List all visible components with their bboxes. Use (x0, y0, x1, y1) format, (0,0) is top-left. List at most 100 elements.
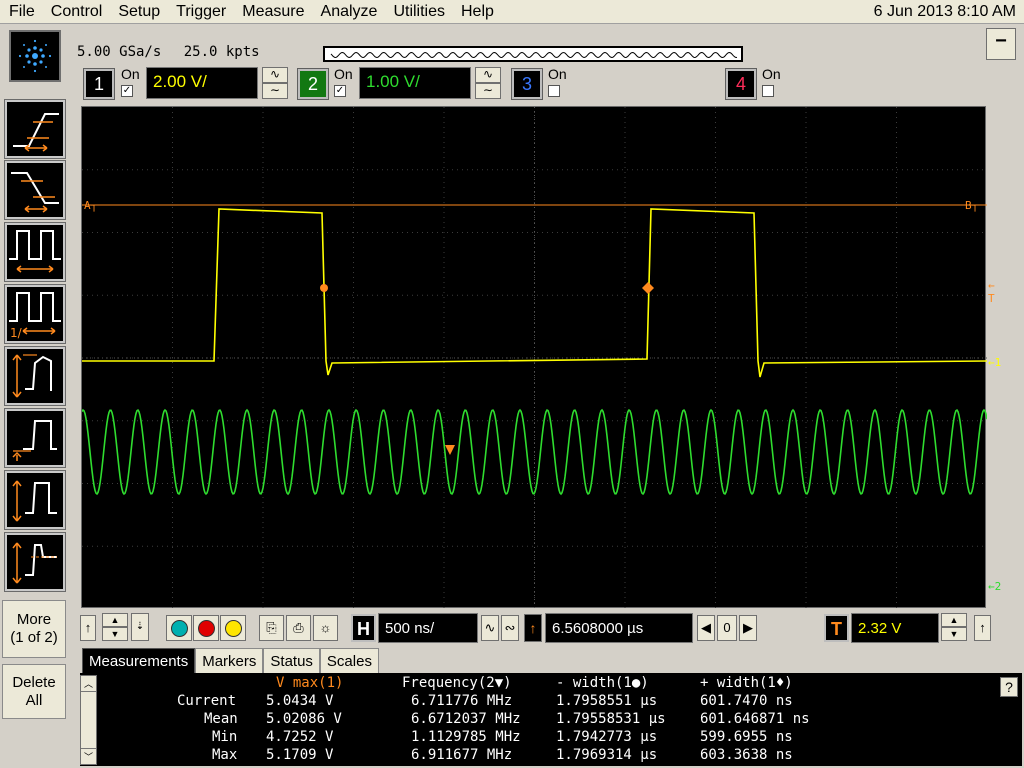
row-max-label: Max (212, 747, 238, 763)
print-icon[interactable]: ⎙ (286, 615, 311, 641)
current-frequency: 6.711776 MHz (411, 693, 513, 709)
color-cyan-button[interactable] (166, 615, 192, 641)
channel-4-button[interactable]: 4 (725, 68, 757, 100)
marker-b-text: B (965, 199, 972, 212)
channel-1-coupling[interactable]: ∿ ∼ (262, 67, 288, 99)
rise-time-icon[interactable] (4, 99, 66, 159)
vpp-icon[interactable] (4, 346, 66, 406)
menu-utilities[interactable]: Utilities (385, 0, 453, 24)
more-button[interactable]: More (1 of 2) (2, 600, 66, 658)
menu-measure[interactable]: Measure (234, 0, 312, 24)
current-pos-width: 601.7470 ns (700, 693, 793, 709)
channel-3-on-checkbox[interactable] (548, 85, 560, 97)
current-vmax: 5.0434 V (266, 693, 334, 709)
channel-1-on-checkbox[interactable]: ✓ (121, 85, 133, 97)
waveform-display[interactable]: A┐ B┐ ← T ←1 ←2 (81, 106, 1001, 609)
agilent-logo-icon[interactable] (9, 30, 61, 82)
channel-1-ac-button[interactable]: ∿ (262, 67, 288, 83)
zoom-out-button[interactable]: ▼ (102, 627, 128, 641)
channel-1-ground-marker[interactable]: ←1 (988, 356, 1001, 369)
menu-analyze[interactable]: Analyze (313, 0, 386, 24)
trigger-level-marker[interactable]: ← T (988, 279, 995, 305)
min-neg-width: 1.7942773 µs (556, 729, 658, 745)
channel-3-button[interactable]: 3 (511, 68, 543, 100)
max-pos-width: 603.3638 ns (700, 747, 793, 763)
channel-1-scale[interactable]: 2.00 V/ (146, 67, 258, 99)
autoscale-icon[interactable]: ⎘ (259, 615, 284, 641)
coarse-adjust-button[interactable]: ∾ (501, 615, 519, 641)
menu-trigger[interactable]: Trigger (168, 0, 234, 24)
trigger-up-button[interactable]: ▲ (941, 613, 967, 627)
delay-field[interactable]: 6.5608000 µs (545, 613, 693, 643)
amplitude-icon[interactable] (4, 470, 66, 530)
color-yellow-button[interactable] (220, 615, 246, 641)
fine-adjust-button[interactable]: ∿ (481, 615, 499, 641)
positive-width-marker (642, 282, 654, 294)
brightness-icon[interactable]: ☼ (313, 615, 338, 641)
mean-vmax: 5.02086 V (266, 711, 342, 727)
menu-control[interactable]: Control (43, 0, 111, 24)
tab-scales[interactable]: Scales (319, 648, 379, 674)
trigger-down-button[interactable]: ▼ (941, 627, 967, 641)
menu-setup[interactable]: Setup (110, 0, 168, 24)
memory-timeline-bar[interactable] (323, 46, 743, 62)
date-time: 6 Jun 2013 8:10 AM (873, 3, 1016, 20)
timebase-field[interactable]: 500 ns/ (378, 613, 478, 643)
frequency-marker (445, 445, 455, 455)
delay-left-button[interactable]: ◀ (697, 615, 715, 641)
color-red-button[interactable] (193, 615, 219, 641)
more-label: More (16, 611, 52, 628)
channel-1-button[interactable]: 1 (83, 68, 115, 100)
channel-4-on-checkbox[interactable] (762, 85, 774, 97)
ch2-ground-text: 2 (994, 580, 1002, 593)
scroll-down-arrow-icon[interactable]: ﹀ (81, 748, 96, 764)
menu-help[interactable]: Help (453, 0, 502, 24)
delay-reference-icon[interactable]: ↑ (524, 614, 542, 642)
delay-right-button[interactable]: ▶ (739, 615, 757, 641)
negative-width-marker (320, 284, 328, 292)
channel-2-button[interactable]: 2 (297, 68, 329, 100)
channel-2-on-label: On (334, 66, 353, 82)
vbase-icon[interactable] (4, 408, 66, 468)
tab-measurements[interactable]: Measurements (82, 648, 196, 674)
channel-2-scale[interactable]: 1.00 V/ (359, 67, 471, 99)
minimize-button[interactable]: − (986, 28, 1016, 60)
channel-2-ac-button[interactable]: ∿ (475, 67, 501, 83)
channel-2-coupling[interactable]: ∿ ∼ (475, 67, 501, 99)
channel-2-ground-marker[interactable]: ←2 (988, 580, 1001, 593)
zoom-in-button[interactable]: ▲ (102, 613, 128, 627)
delete-label: Delete (12, 673, 56, 691)
measurements-scrollbar[interactable]: ︿ ﹀ (80, 675, 97, 765)
overshoot-icon[interactable] (4, 532, 66, 592)
max-neg-width: 1.7969314 µs (556, 747, 658, 763)
header-neg-width: - width(1●) (556, 675, 649, 691)
scroll-down-button[interactable]: ⇣ (131, 613, 149, 641)
period-icon[interactable] (4, 222, 66, 282)
scroll-up-arrow-icon[interactable]: ︿ (81, 676, 96, 692)
horizontal-label[interactable]: H (351, 614, 376, 642)
svg-text:1/: 1/ (10, 326, 23, 340)
trigger-level-field[interactable]: 2.32 V (851, 613, 939, 643)
header-frequency: Frequency(2▼) (402, 675, 512, 691)
min-vmax: 4.7252 V (266, 729, 334, 745)
all-label: All (25, 691, 43, 709)
tab-status[interactable]: Status (263, 648, 320, 674)
sample-rate: 5.00 GSa/s (77, 44, 162, 60)
tab-markers[interactable]: Markers (195, 648, 264, 674)
channel-2-dc-button[interactable]: ∼ (475, 83, 501, 99)
channel-2-on-checkbox[interactable]: ✓ (334, 85, 346, 97)
fall-time-icon[interactable] (4, 160, 66, 220)
channel-1-dc-button[interactable]: ∼ (262, 83, 288, 99)
measurements-panel: V max(1) Frequency(2▼) - width(1●) + wid… (80, 673, 1022, 766)
scroll-up-button[interactable]: ↑ (80, 615, 96, 641)
frequency-icon[interactable]: 1/ (4, 284, 66, 344)
help-button[interactable]: ? (1000, 677, 1018, 697)
waveform-canvas[interactable] (82, 107, 987, 609)
delay-reference-value[interactable]: 0 (717, 615, 737, 641)
trigger-label[interactable]: T (824, 614, 849, 642)
delete-all-button[interactable]: Delete All (2, 664, 66, 719)
trigger-scroll-up-button[interactable]: ↑ (974, 615, 991, 641)
row-mean-label: Mean (204, 711, 238, 727)
acquisition-info: 5.00 GSa/s 25.0 kpts (77, 44, 274, 60)
menu-file[interactable]: File (0, 0, 43, 24)
